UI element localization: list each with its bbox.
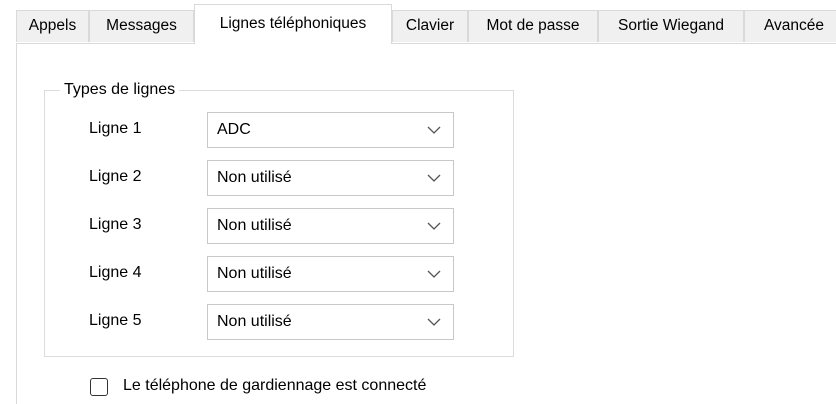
line-2-label: Ligne 2: [89, 168, 142, 185]
tab-sortie-wiegand[interactable]: Sortie Wiegand: [598, 10, 744, 42]
line-types-legend: Types de lignes: [60, 79, 180, 101]
tab-lignes-telephoniques[interactable]: Lignes téléphoniques: [194, 4, 392, 44]
chevron-down-icon: [427, 222, 441, 230]
tab-strip: Appels Messages Clavier Mot de passe Sor…: [0, 0, 836, 44]
line-4-select[interactable]: Non utilisé: [207, 256, 454, 292]
line-2-value: Non utilisé: [217, 169, 292, 186]
line-4-label: Ligne 4: [89, 264, 142, 281]
guard-phone-checkbox[interactable]: [90, 378, 108, 396]
line-1-label: Ligne 1: [89, 120, 142, 137]
tab-mot-de-passe[interactable]: Mot de passe: [468, 10, 598, 42]
tab-messages[interactable]: Messages: [89, 10, 194, 42]
guard-phone-label[interactable]: Le téléphone de gardiennage est connecté: [123, 375, 426, 397]
line-5-label: Ligne 5: [89, 312, 142, 329]
line-3-label: Ligne 3: [89, 216, 142, 233]
chevron-down-icon: [427, 318, 441, 326]
line-3-value: Non utilisé: [217, 217, 292, 234]
line-4-value: Non utilisé: [217, 265, 292, 282]
tab-appels[interactable]: Appels: [16, 10, 89, 42]
line-1-select[interactable]: ADC: [207, 112, 454, 148]
line-1-value: ADC: [217, 121, 251, 138]
chevron-down-icon: [427, 126, 441, 134]
settings-window: Appels Messages Clavier Mot de passe Sor…: [0, 0, 836, 404]
line-5-value: Non utilisé: [217, 313, 292, 330]
line-5-select[interactable]: Non utilisé: [207, 304, 454, 340]
line-3-select[interactable]: Non utilisé: [207, 208, 454, 244]
line-2-select[interactable]: Non utilisé: [207, 160, 454, 196]
tab-settings[interactable]: Clavier: [392, 10, 468, 42]
tab-avancee[interactable]: Avancée: [744, 10, 836, 42]
chevron-down-icon: [427, 174, 441, 182]
chevron-down-icon: [427, 270, 441, 278]
